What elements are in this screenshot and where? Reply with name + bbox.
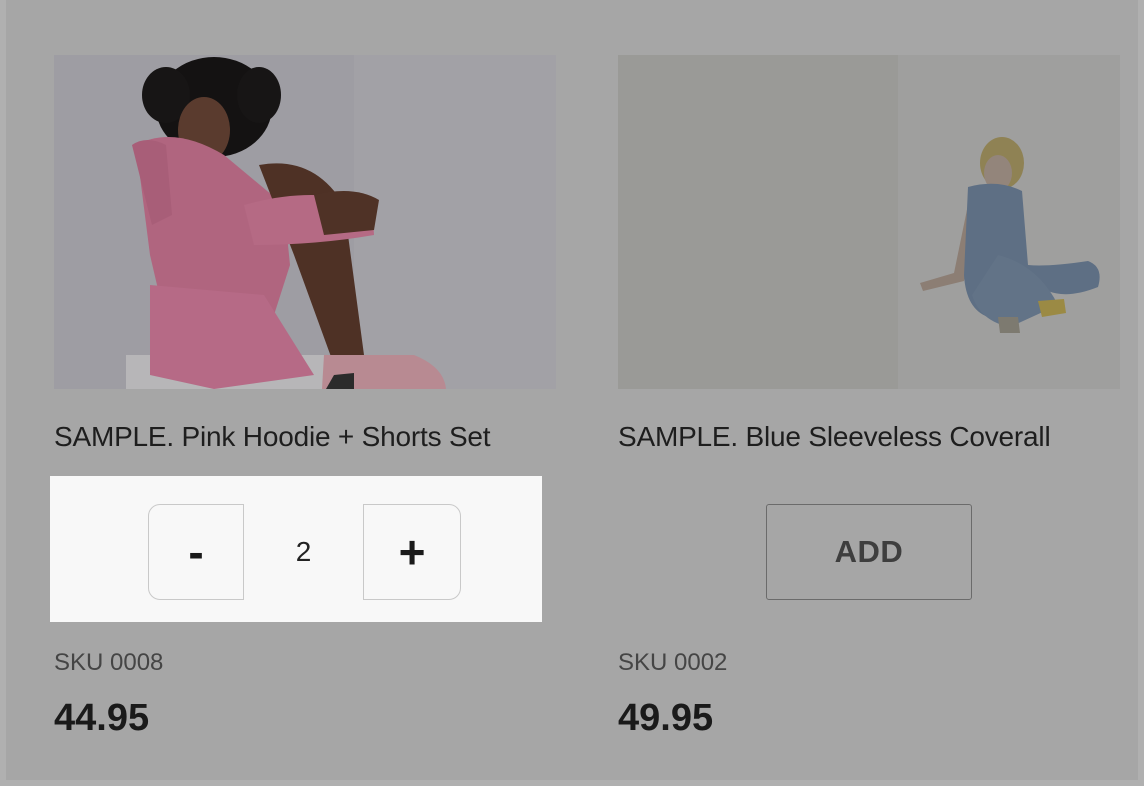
product-card-pink-hoodie: SAMPLE. Pink Hoodie + Shorts Set SKU 000… xyxy=(54,55,556,739)
product-card-blue-coverall: SAMPLE. Blue Sleeveless Coverall ADD SKU… xyxy=(618,55,1120,739)
quantity-value[interactable]: 2 xyxy=(244,504,363,600)
product-photo-pink-hoodie xyxy=(54,55,556,389)
product-image[interactable] xyxy=(618,55,1120,389)
frame-edge xyxy=(0,0,6,786)
quantity-increase-button[interactable]: + xyxy=(363,504,461,600)
plus-icon: + xyxy=(398,526,426,578)
product-photo-blue-coverall xyxy=(618,55,1120,389)
quantity-stepper: - 2 + xyxy=(50,476,542,622)
product-sku: SKU 0002 xyxy=(618,649,728,676)
product-title[interactable]: SAMPLE. Pink Hoodie + Shorts Set xyxy=(54,421,491,453)
product-title[interactable]: SAMPLE. Blue Sleeveless Coverall xyxy=(618,421,1051,453)
minus-icon: - xyxy=(188,526,204,578)
product-image[interactable] xyxy=(54,55,556,389)
quantity-decrease-button[interactable]: - xyxy=(148,504,244,600)
add-to-cart-button[interactable]: ADD xyxy=(766,504,972,600)
product-price: 49.95 xyxy=(618,697,714,739)
frame-edge xyxy=(1138,0,1144,786)
product-sku: SKU 0008 xyxy=(54,649,164,676)
product-price: 44.95 xyxy=(54,697,150,739)
frame-edge xyxy=(0,780,1144,786)
